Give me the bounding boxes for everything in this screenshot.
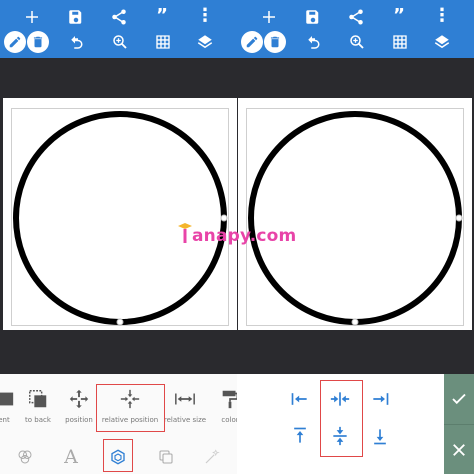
- circle-shape[interactable]: [3, 98, 237, 330]
- highlight-box-shape-tab: [103, 439, 133, 472]
- align-bottom-icon[interactable]: [368, 424, 392, 448]
- save-icon[interactable]: [64, 6, 88, 28]
- workspace-background: [0, 58, 474, 98]
- relative-size-icon: [175, 393, 195, 405]
- zoom-icon[interactable]: [108, 31, 132, 53]
- layers-icon[interactable]: [193, 31, 217, 53]
- quote-icon[interactable]: ”: [387, 5, 411, 27]
- align-top-icon[interactable]: [288, 424, 312, 448]
- close-icon: [453, 443, 465, 456]
- zoom-icon[interactable]: [345, 31, 369, 53]
- copy-layers-icon: [159, 450, 173, 464]
- tool-label: ent: [0, 416, 10, 424]
- quote-icon[interactable]: ”: [150, 5, 174, 27]
- tab-colors[interactable]: [14, 446, 36, 468]
- align-left-icon[interactable]: [288, 387, 312, 411]
- add-icon[interactable]: [20, 6, 44, 28]
- color-circles-icon: [18, 450, 32, 464]
- confirm-button[interactable]: [444, 374, 474, 424]
- more-icon[interactable]: ⋮: [430, 5, 454, 27]
- drawing-canvas-right[interactable]: [238, 98, 472, 330]
- undo-icon[interactable]: [66, 31, 90, 53]
- tool-position[interactable]: position: [57, 388, 101, 432]
- more-icon[interactable]: ⋮: [193, 5, 217, 27]
- toolbar-right: ” ⋮: [237, 0, 474, 58]
- move-arrows-icon: [69, 389, 89, 409]
- to-back-icon: [29, 390, 47, 408]
- share-icon[interactable]: [107, 6, 131, 28]
- circle-shape[interactable]: [238, 98, 472, 330]
- tab-effects[interactable]: [201, 446, 223, 468]
- delete-icon[interactable]: [264, 31, 286, 53]
- drawing-canvas-left[interactable]: [3, 98, 237, 330]
- tool-to-back[interactable]: to back: [16, 388, 60, 432]
- edit-icon[interactable]: [4, 31, 26, 53]
- cancel-button[interactable]: [444, 424, 474, 474]
- layers-icon[interactable]: [430, 31, 454, 53]
- undo-icon[interactable]: [303, 31, 327, 53]
- confirm-side-panel: [444, 374, 474, 474]
- watermark-text: anapy.com: [192, 226, 297, 246]
- check-icon: [452, 393, 466, 405]
- tool-ent-icon: [0, 392, 14, 406]
- tab-text[interactable]: A: [60, 446, 82, 468]
- delete-icon[interactable]: [27, 31, 49, 53]
- tool-relative-size[interactable]: relative size: [163, 388, 207, 432]
- highlight-box-relative-position: [96, 384, 165, 432]
- add-icon[interactable]: [257, 6, 281, 28]
- magic-wand-icon: [205, 449, 220, 464]
- tool-label: position: [65, 416, 93, 424]
- tool-label: relative size: [163, 416, 207, 424]
- highlight-box-center-alignment: [320, 380, 363, 457]
- grid-icon[interactable]: [388, 31, 412, 53]
- workspace-background: [0, 330, 474, 374]
- tab-layers[interactable]: [155, 446, 177, 468]
- share-icon[interactable]: [344, 6, 368, 28]
- edit-icon[interactable]: [241, 31, 263, 53]
- tool-label: to back: [25, 416, 51, 424]
- grid-icon[interactable]: [151, 31, 175, 53]
- save-icon[interactable]: [301, 6, 325, 28]
- align-right-icon[interactable]: [368, 387, 392, 411]
- toolbar-left: ” ⋮: [0, 0, 237, 58]
